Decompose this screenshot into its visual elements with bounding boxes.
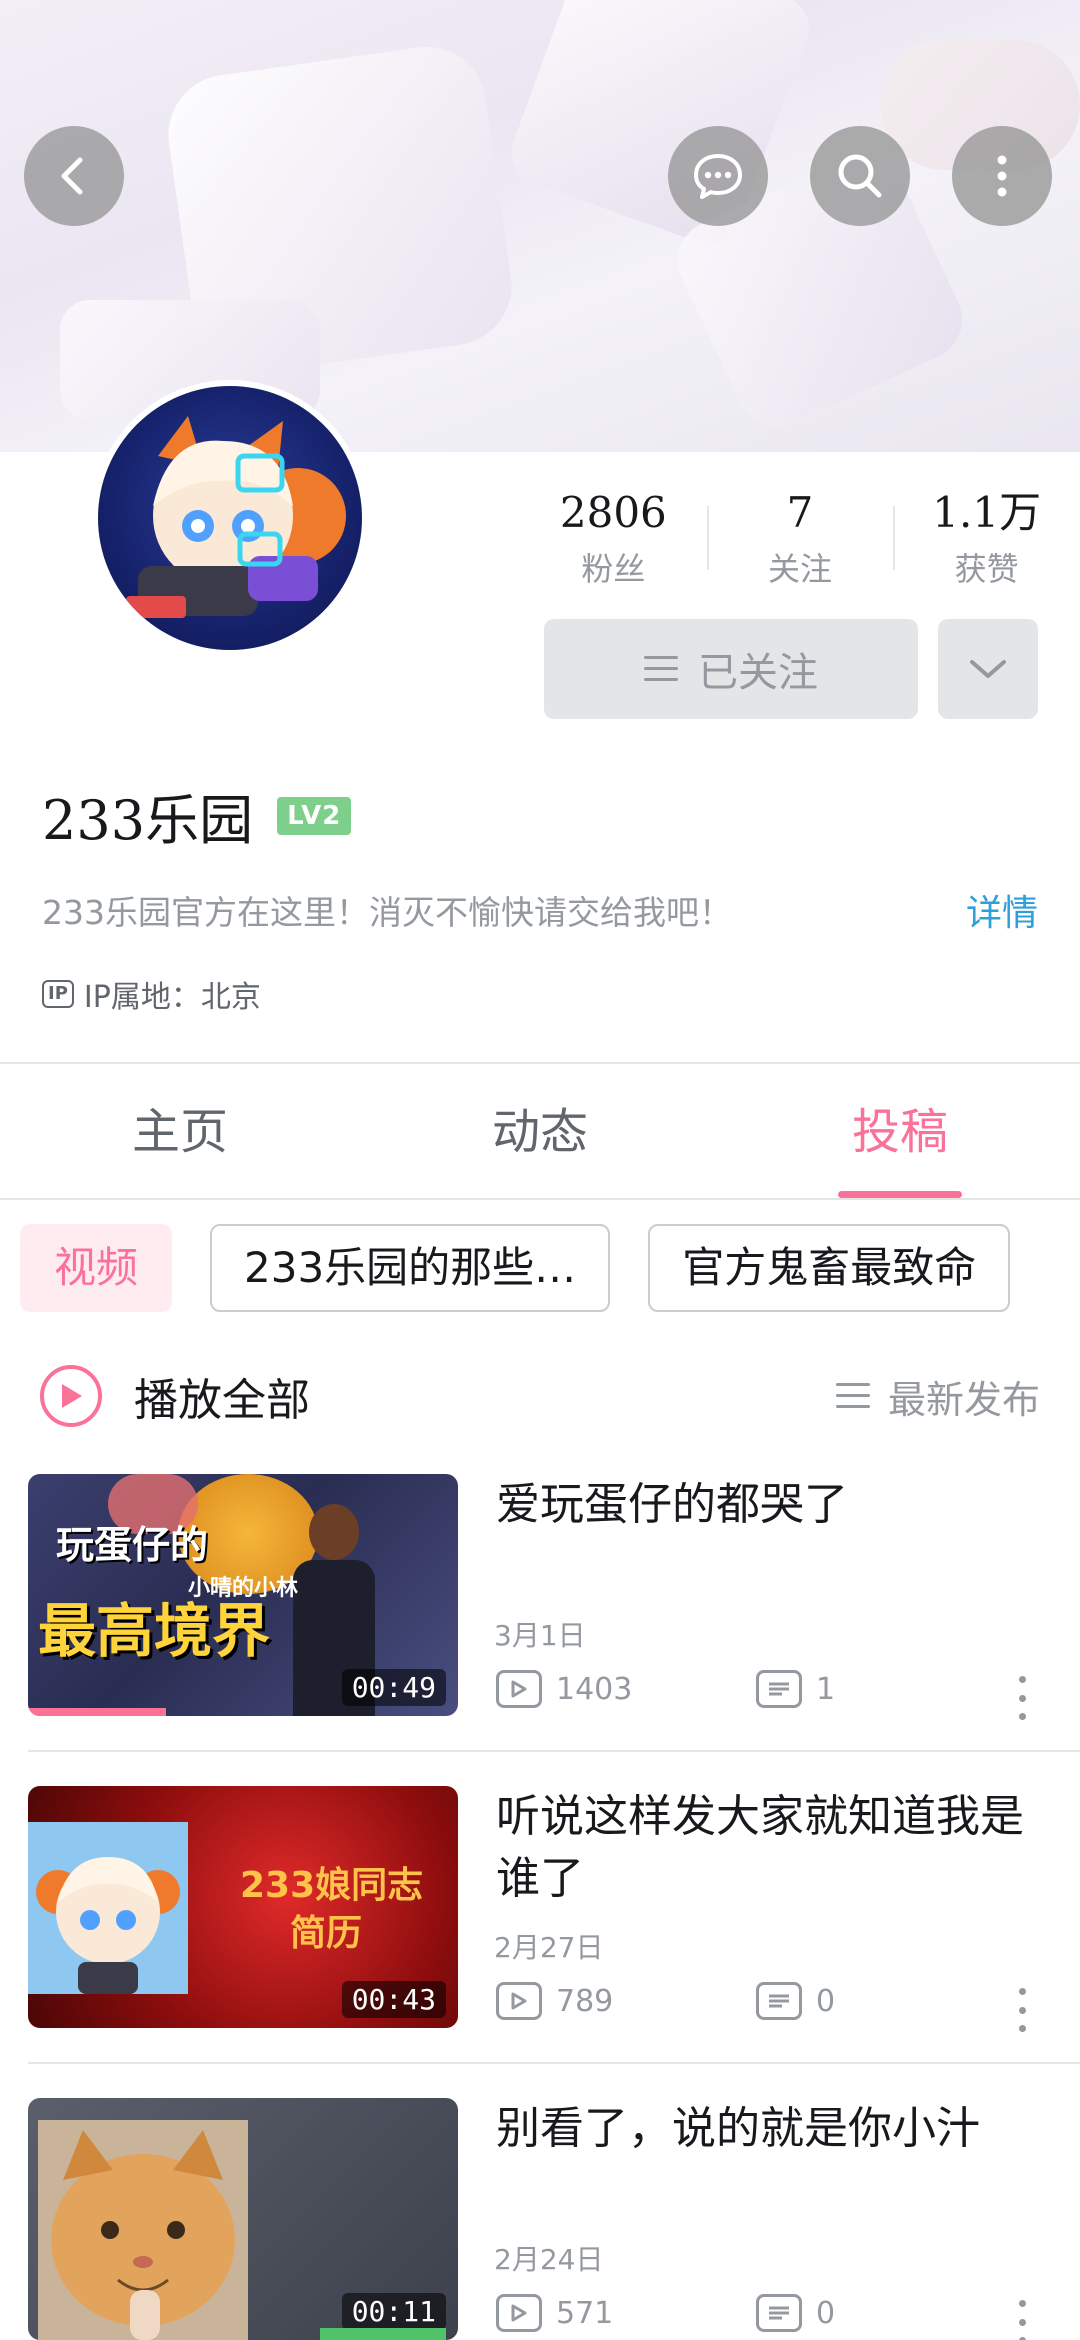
view-count: 571	[496, 2294, 756, 2332]
watch-progress-bar	[28, 1708, 166, 1716]
view-count-value: 1403	[556, 1671, 633, 1707]
stat-label: 获赞	[954, 550, 1019, 588]
chip-videos[interactable]: 视频	[20, 1224, 173, 1312]
video-more-icon[interactable]	[1018, 2300, 1026, 2340]
tab-home[interactable]: 主页	[0, 1064, 360, 1198]
thumbnail-caption: 233娘同志	[240, 1865, 424, 1906]
video-duration: 00:43	[341, 1981, 446, 2018]
video-title[interactable]: 爱玩蛋仔的都哭了	[496, 1474, 1056, 1536]
ip-location: IP IP属地：北京	[42, 972, 261, 1016]
stat-following[interactable]: 7 关注	[706, 486, 894, 596]
view-count: 1403	[496, 1670, 756, 1708]
video-thumbnail[interactable]: 00:11	[28, 2098, 458, 2340]
profile-banner	[0, 0, 1080, 452]
user-name: 233乐园	[42, 789, 254, 852]
tab-dynamics[interactable]: 动态	[360, 1064, 720, 1198]
level-badge: LV2	[277, 796, 352, 835]
play-count-icon	[496, 1670, 542, 1708]
play-count-icon	[496, 1982, 542, 2020]
video-stats: 789 0	[496, 1982, 1056, 2020]
ip-icon: IP	[42, 980, 74, 1008]
view-count-value: 571	[556, 2295, 614, 2331]
video-title[interactable]: 听说这样发大家就知道我是谁了	[496, 1786, 1056, 1910]
thumbnail-caption: 简历	[290, 1913, 363, 1954]
video-duration: 00:11	[341, 2293, 446, 2330]
chip-collection-1[interactable]: 233乐园的那些…	[210, 1224, 611, 1312]
thumbnail-caption: 玩蛋仔的	[56, 1523, 209, 1567]
sort-button[interactable]: 最新发布	[835, 1369, 1040, 1424]
stat-label: 粉丝	[581, 550, 646, 588]
video-date: 2月27日	[494, 1931, 604, 1964]
followed-label: 已关注	[698, 650, 818, 696]
profile-stats: 2806 粉丝 7 关注 1.1万 获赞	[520, 486, 1080, 596]
danmaku-icon	[756, 1670, 802, 1708]
stat-value: 1.1万	[932, 488, 1042, 537]
chip-collection-2[interactable]: 官方鬼畜最致命	[648, 1224, 1011, 1312]
avatar-image	[98, 386, 362, 650]
comment-count-value: 0	[816, 2295, 836, 2331]
sort-label: 最新发布	[887, 1377, 1040, 1422]
message-icon	[694, 154, 742, 199]
avatar[interactable]	[92, 380, 368, 656]
followed-button[interactable]: 已关注	[544, 619, 918, 719]
stat-value: 7	[786, 488, 814, 537]
profile-tabs: 主页 动态 投稿	[0, 1064, 1080, 1200]
user-bio: 233乐园官方在这里！消灭不愉快请交给我吧！	[42, 893, 732, 932]
comment-count-value: 0	[816, 1983, 836, 2019]
video-date: 2月24日	[494, 2243, 604, 2276]
more-icon	[997, 155, 1007, 197]
collection-chips: 视频 233乐园的那些… 官方鬼畜最致命	[20, 1224, 1011, 1314]
comment-count: 0	[756, 1982, 835, 2020]
view-count: 789	[496, 1982, 756, 2020]
video-stats: 1403 1	[496, 1670, 1056, 1708]
video-thumbnail[interactable]: 233娘同志 简历 00:43	[28, 1786, 458, 2028]
thumbnail-caption: 小晴的小林	[188, 1576, 299, 1601]
play-all-button[interactable]: 播放全部	[134, 1364, 310, 1428]
video-duration: 00:49	[341, 1669, 446, 1706]
stat-value: 2806	[559, 488, 667, 537]
more-button[interactable]	[952, 126, 1052, 226]
video-item[interactable]: 玩蛋仔的 最高境界 小晴的小林 00:49 爱玩蛋仔的都哭了 3月1日 1403…	[0, 1474, 1080, 1774]
video-stats: 571 0	[496, 2294, 1056, 2332]
play-count-icon	[496, 2294, 542, 2332]
view-count-value: 789	[556, 1983, 614, 2019]
message-button[interactable]	[668, 126, 768, 226]
stat-likes[interactable]: 1.1万 获赞	[893, 486, 1080, 596]
danmaku-icon	[756, 2294, 802, 2332]
bio-detail-link[interactable]: 详情	[966, 884, 1038, 936]
menu-icon	[644, 656, 678, 682]
video-more-icon[interactable]	[1018, 1676, 1026, 1720]
chevron-down-icon	[970, 660, 1006, 678]
danmaku-icon	[756, 1982, 802, 2020]
play-circle-icon[interactable]	[40, 1365, 102, 1427]
comment-count-value: 1	[816, 1671, 836, 1707]
video-date: 3月1日	[494, 1619, 586, 1652]
video-thumbnail[interactable]: 玩蛋仔的 最高境界 小晴的小林 00:49	[28, 1474, 458, 1716]
video-more-icon[interactable]	[1018, 1988, 1026, 2032]
stat-label: 关注	[768, 550, 833, 588]
play-all-row: 播放全部 最新发布	[40, 1356, 1040, 1436]
name-row: 233乐园 LV2	[42, 776, 352, 855]
back-icon	[61, 157, 83, 195]
comment-count: 1	[756, 1670, 835, 1708]
search-icon	[838, 154, 882, 198]
stat-fans[interactable]: 2806 粉丝	[520, 486, 707, 596]
video-item[interactable]: 233娘同志 简历 00:43 听说这样发大家就知道我是谁了 2月27日 789…	[0, 1786, 1080, 2086]
video-title[interactable]: 别看了，说的就是你小汁	[496, 2098, 1056, 2160]
comment-count: 0	[756, 2294, 835, 2332]
video-item[interactable]: 00:11 别看了，说的就是你小汁 2月24日 571 0	[0, 2098, 1080, 2340]
list-divider	[28, 2062, 1080, 2064]
tab-submissions[interactable]: 投稿	[720, 1064, 1080, 1198]
search-button[interactable]	[810, 126, 910, 226]
back-button[interactable]	[24, 126, 124, 226]
ip-location-text: IP属地：北京	[83, 980, 261, 1015]
sort-icon	[835, 1383, 870, 1409]
list-divider	[28, 1750, 1080, 1752]
follow-dropdown-button[interactable]	[938, 619, 1038, 719]
